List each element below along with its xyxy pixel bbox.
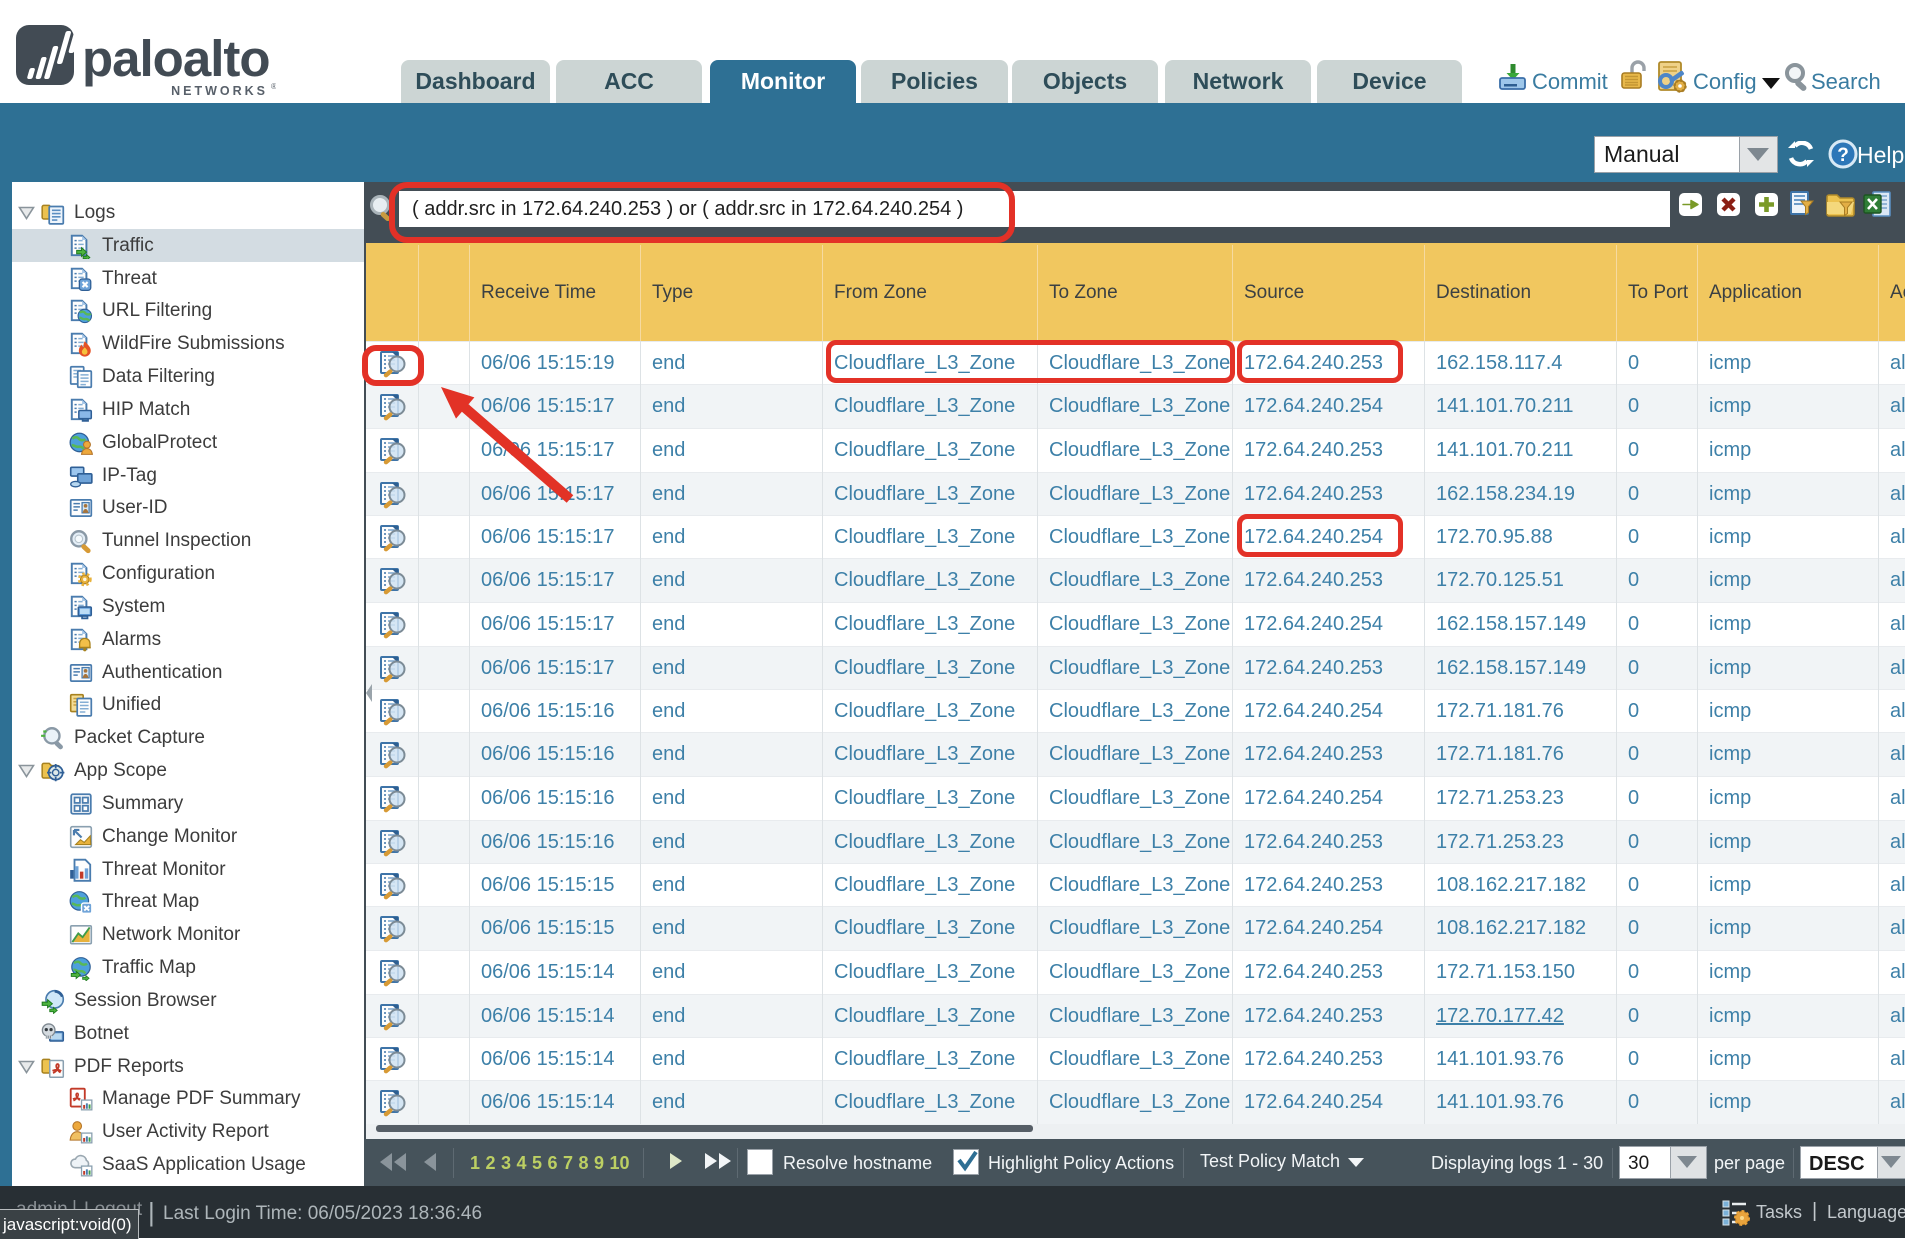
svg-text:®: ® [271, 82, 276, 91]
svg-text:paloalto: paloalto [82, 30, 270, 87]
svg-text:?: ? [1837, 145, 1849, 166]
svg-text:NETWORKS: NETWORKS [171, 84, 268, 98]
